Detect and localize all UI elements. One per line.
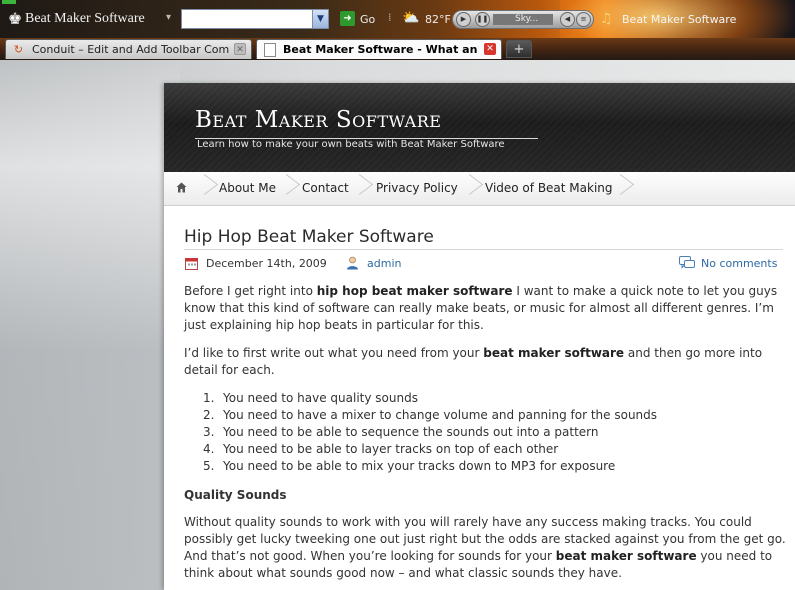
- nav-video[interactable]: Video of Beat Making: [485, 172, 613, 205]
- nav-privacy-policy[interactable]: Privacy Policy: [376, 172, 458, 205]
- tab-beat-maker[interactable]: Beat Maker Software - What an e... ✕: [256, 39, 502, 59]
- home-icon[interactable]: [176, 182, 187, 193]
- conduit-icon: ↻: [13, 43, 24, 56]
- close-icon[interactable]: ✕: [234, 43, 246, 55]
- site-title[interactable]: Beat Maker Software: [195, 107, 441, 133]
- paragraph: Without quality sounds to work with you …: [184, 515, 786, 580]
- nav-contact[interactable]: Contact: [302, 172, 349, 205]
- nav-separator: [612, 172, 622, 205]
- main-nav: About Me Contact Privacy Policy Video of…: [164, 172, 795, 206]
- temperature-label[interactable]: 82°F: [425, 13, 451, 26]
- keyword: beat maker software: [555, 549, 697, 563]
- pause-icon[interactable]: ❚❚: [475, 12, 490, 27]
- calendar-icon: [185, 258, 198, 270]
- divider: [184, 249, 783, 250]
- paragraph: I’d like to first write out what you nee…: [184, 346, 763, 377]
- nav-separator: [196, 172, 206, 205]
- site-tagline: Learn how to make your own beats with Be…: [197, 139, 505, 150]
- keyword: beat maker software: [483, 346, 625, 360]
- go-button[interactable]: Go: [360, 13, 375, 26]
- list-item: 2. You need to have a mixer to change vol…: [203, 408, 658, 422]
- comment-icon[interactable]: [679, 256, 695, 270]
- paragraph: Before I get right into hip hop beat mak…: [184, 284, 778, 332]
- status-indicator: [2, 0, 16, 4]
- nav-separator: [461, 172, 471, 205]
- chevron-down-icon[interactable]: ▾: [166, 12, 171, 23]
- tab-conduit[interactable]: ↻ Conduit – Edit and Add Toolbar Compo..…: [5, 39, 252, 59]
- search-dropdown-icon[interactable]: ▼: [312, 10, 328, 28]
- separator: ⁞: [388, 11, 392, 24]
- tab-bar: ↻ Conduit – Edit and Add Toolbar Compo..…: [0, 38, 795, 60]
- media-player: ▶ ❚❚ Sky... ◀ ≡: [452, 10, 594, 29]
- search-box[interactable]: ▼: [181, 9, 329, 29]
- post-date: December 14th, 2009: [206, 257, 327, 270]
- new-tab-button[interactable]: +: [506, 40, 532, 58]
- list-item: 4. You need to be able to layer tracks on…: [203, 442, 559, 456]
- section-heading: Quality Sounds: [184, 488, 287, 502]
- radio-label[interactable]: Beat Maker Software: [622, 13, 736, 26]
- music-note-icon[interactable]: ♫: [600, 11, 613, 27]
- go-arrow-icon[interactable]: ➜: [340, 11, 355, 26]
- tab-label: Conduit – Edit and Add Toolbar Compo...: [32, 43, 229, 56]
- list-item: 3. You need to be able to sequence the so…: [203, 425, 599, 439]
- player-station: Sky...: [493, 14, 553, 25]
- nav-about-me[interactable]: About Me: [219, 172, 276, 205]
- site-container: Beat Maker Software Learn how to make yo…: [164, 83, 795, 590]
- user-icon: [347, 256, 358, 270]
- post-author-link[interactable]: admin: [367, 257, 401, 270]
- keyword: hip hop beat maker software: [316, 284, 513, 298]
- search-input[interactable]: [184, 11, 310, 27]
- chess-king-icon[interactable]: ♚: [5, 9, 25, 29]
- requirements-list: 1. You need to have quality sounds 2. You …: [184, 390, 789, 475]
- menu-icon[interactable]: ≡: [576, 12, 591, 27]
- close-icon[interactable]: ✕: [484, 43, 496, 55]
- weather-icon[interactable]: ⛅: [402, 9, 422, 27]
- volume-icon[interactable]: ◀: [560, 12, 575, 27]
- toolbar-title[interactable]: Beat Maker Software: [25, 11, 145, 27]
- browser-toolbar: ♚ Beat Maker Software ▾ ▼ ➜ Go ⁞ ⛅ 82°F …: [0, 0, 795, 38]
- list-item: 5. You need to be able to mix your tracks…: [203, 459, 616, 473]
- post-title[interactable]: Hip Hop Beat Maker Software: [184, 227, 434, 247]
- tab-label: Beat Maker Software - What an e...: [283, 43, 479, 56]
- page-icon: [264, 43, 276, 57]
- play-icon[interactable]: ▶: [456, 12, 471, 27]
- site-header: Beat Maker Software Learn how to make yo…: [164, 83, 795, 172]
- nav-separator: [351, 172, 361, 205]
- nav-separator: [278, 172, 288, 205]
- list-item: 1. You need to have quality sounds: [203, 391, 418, 405]
- comments-link[interactable]: No comments: [701, 257, 777, 270]
